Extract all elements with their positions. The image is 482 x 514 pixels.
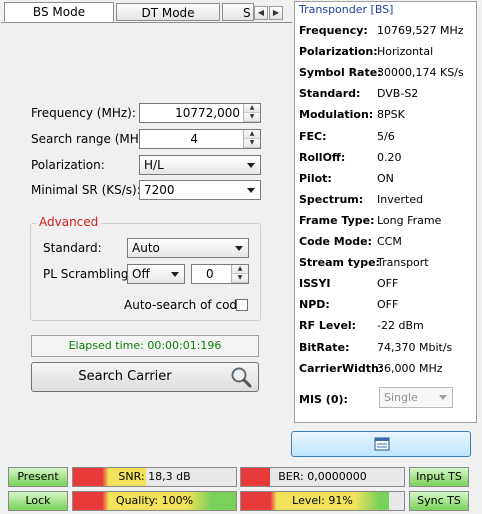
transponder-row-value: 5/6: [377, 130, 395, 143]
transponder-row-value: Long Frame: [377, 214, 442, 227]
level-meter: Level: 91%: [240, 491, 405, 511]
standard-value: Auto: [132, 241, 160, 255]
frequency-label: Frequency (MHz):: [31, 106, 136, 120]
tab-scroll-left-icon[interactable]: ◀: [254, 6, 268, 20]
chevron-down-icon: [171, 272, 179, 277]
transponder-row-value: Inverted: [377, 193, 424, 206]
level-text: Level: 91%: [292, 494, 353, 507]
lock-indicator: Lock: [8, 491, 68, 511]
pl-code-value: 0: [206, 267, 214, 281]
transponder-row-label: RF Level:: [299, 319, 357, 332]
transponder-row-label: Modulation:: [299, 108, 374, 121]
pl-scrambling-value: Off: [132, 267, 150, 281]
mis-label: MIS (0):: [299, 393, 348, 406]
transponder-row-value: 74,370 Mbit/s: [377, 341, 453, 354]
transponder-row-label: Stream type:: [299, 256, 380, 269]
transponder-row-label: ISSYI: [299, 277, 331, 290]
transponder-row-label: Code Mode:: [299, 235, 373, 248]
transponder-row-value: CCM: [377, 235, 402, 248]
autosearch-label: Auto-search of code: [124, 298, 245, 312]
spin-down-icon[interactable]: ▼: [232, 274, 248, 283]
spin-down-icon[interactable]: ▼: [244, 113, 260, 122]
transponder-row-value: DVB-S2: [377, 87, 419, 100]
search-range-stepper[interactable]: ▲ ▼: [243, 130, 260, 148]
polarization-select[interactable]: H/L: [139, 155, 261, 175]
search-carrier-label: Search Carrier: [78, 369, 172, 384]
ber-meter: BER: 0,0000000: [240, 467, 405, 487]
transponder-row-value: 36,000 MHz: [377, 362, 443, 375]
transponder-row-label: Spectrum:: [299, 193, 364, 206]
spin-up-icon[interactable]: ▲: [244, 104, 260, 113]
transponder-window-button[interactable]: [291, 431, 471, 457]
frequency-field[interactable]: 10772,000 ▲ ▼: [139, 103, 261, 123]
search-carrier-button[interactable]: Search Carrier: [31, 362, 259, 392]
chevron-down-icon: [439, 395, 447, 400]
magnifier-icon: [231, 367, 252, 388]
transponder-row-value: 30000,174 KS/s: [377, 66, 464, 79]
tab-s[interactable]: S: [222, 3, 254, 21]
window-icon: [374, 437, 390, 451]
frequency-stepper[interactable]: ▲ ▼: [243, 104, 260, 122]
spin-up-icon[interactable]: ▲: [244, 130, 260, 139]
transponder-row-value: OFF: [377, 277, 399, 290]
tab-scroll-right-icon[interactable]: ▶: [269, 6, 283, 20]
transponder-row-value: -22 dBm: [377, 319, 424, 332]
autosearch-checkbox[interactable]: [236, 299, 248, 311]
search-range-field[interactable]: 4 ▲ ▼: [139, 129, 261, 149]
transponder-row-label: Symbol Rate:: [299, 66, 382, 79]
transponder-row-value: ON: [377, 172, 394, 185]
spin-down-icon[interactable]: ▼: [244, 139, 260, 148]
transponder-row-value: OFF: [377, 298, 399, 311]
search-range-label: Search range (MHz):: [31, 132, 154, 146]
transponder-row-label: BitRate:: [299, 341, 350, 354]
chevron-down-icon: [235, 246, 243, 251]
transponder-row-label: CarrierWidth:: [299, 362, 384, 375]
chevron-down-icon: [247, 188, 255, 193]
transponder-row-value: 0.20: [377, 151, 402, 164]
transponder-row-label: Pilot:: [299, 172, 332, 185]
transponder-row-value: Transport: [377, 256, 429, 269]
frequency-value: 10772,000: [175, 106, 240, 120]
pl-code-stepper[interactable]: ▲ ▼: [231, 265, 248, 283]
pl-code-field[interactable]: 0 ▲ ▼: [191, 264, 249, 284]
chevron-down-icon: [247, 163, 255, 168]
quality-text: Quality: 100%: [115, 494, 194, 507]
pl-scrambling-select[interactable]: Off: [127, 264, 185, 284]
transponder-row-label: Frame Type:: [299, 214, 375, 227]
input-ts-indicator: Input TS: [409, 467, 469, 487]
ber-text: BER: 0,0000000: [278, 470, 367, 483]
transponder-row-label: NPD:: [299, 298, 330, 311]
sync-ts-indicator: Sync TS: [409, 491, 469, 511]
polarization-value: H/L: [144, 158, 164, 172]
transponder-row-label: Frequency:: [299, 24, 368, 37]
present-indicator: Present: [8, 467, 68, 487]
tab-bs-mode[interactable]: BS Mode: [4, 2, 114, 22]
standard-select[interactable]: Auto: [127, 238, 249, 258]
snr-meter: SNR: 18,3 dB: [72, 467, 237, 487]
transponder-title: Transponder [BS]: [299, 3, 394, 16]
transponder-row-value: 10769,527 MHz: [377, 24, 464, 37]
snr-text: SNR: 18,3 dB: [118, 470, 191, 483]
transponder-row-label: Polarization:: [299, 45, 378, 58]
transponder-row-label: FEC:: [299, 130, 327, 143]
mis-select[interactable]: Single: [379, 387, 453, 408]
minimal-sr-label: Minimal SR (KS/s):: [31, 183, 141, 197]
advanced-title: Advanced: [36, 215, 102, 229]
transponder-row-value: Horizontal: [377, 45, 434, 58]
tab-dt-mode[interactable]: DT Mode: [116, 3, 220, 21]
transponder-row-value: 8PSK: [377, 108, 405, 121]
quality-meter: Quality: 100%: [72, 491, 237, 511]
transponder-row-label: Standard:: [299, 87, 361, 100]
polarization-label: Polarization:: [31, 158, 105, 172]
spin-up-icon[interactable]: ▲: [232, 265, 248, 274]
elapsed-time: Elapsed time: 00:00:01:196: [31, 335, 259, 357]
minimal-sr-value: 7200: [144, 183, 175, 197]
standard-label: Standard:: [43, 241, 102, 255]
transponder-row-label: RollOff:: [299, 151, 346, 164]
pl-scrambling-label: PL Scrambling:: [43, 267, 133, 281]
transponder-panel: Transponder [BS] Frequency: 10769,527 MHz…: [294, 1, 477, 423]
mis-value: Single: [384, 391, 418, 404]
minimal-sr-select[interactable]: 7200: [139, 180, 261, 200]
search-range-value: 4: [190, 132, 198, 146]
